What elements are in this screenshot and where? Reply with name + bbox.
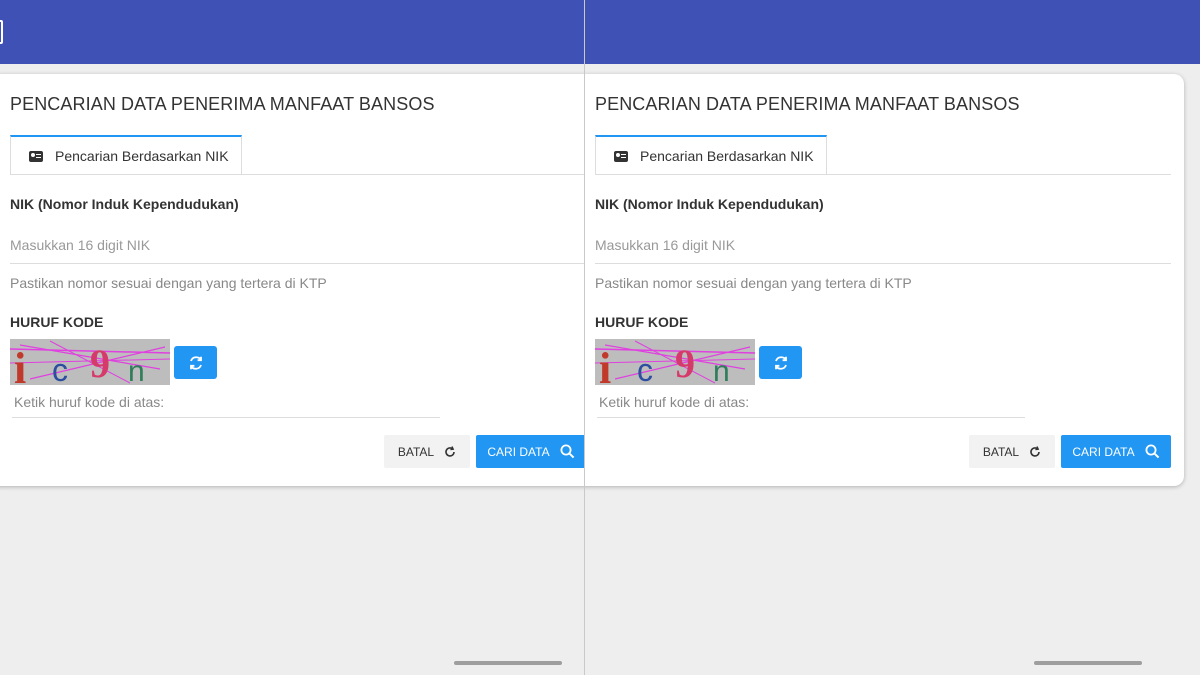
tab-label: Pencarian Berdasarkan NIK [640, 148, 814, 164]
captcha-image: i c 9 n [595, 339, 755, 385]
menu-icon[interactable] [0, 20, 3, 44]
nik-hint: Pastikan nomor sesuai dengan yang terter… [595, 275, 912, 291]
captcha-char-2: c [637, 352, 653, 385]
tab-search-by-nik[interactable]: Pencarian Berdasarkan NIK [595, 135, 827, 175]
captcha-label: HURUF KODE [10, 314, 104, 330]
nik-input[interactable] [595, 226, 1171, 264]
reload-icon [1030, 445, 1040, 457]
home-indicator [454, 661, 562, 665]
captcha-char-4: n [128, 355, 145, 385]
search-card: PENCARIAN DATA PENERIMA MANFAAT BANSOS P… [585, 74, 1184, 486]
captcha-refresh-button[interactable] [759, 346, 802, 379]
captcha-label: HURUF KODE [595, 314, 689, 330]
tab-search-by-nik[interactable]: Pencarian Berdasarkan NIK [10, 135, 242, 175]
cancel-button[interactable]: BATAL [969, 435, 1055, 468]
search-icon [1145, 444, 1159, 459]
reload-icon [445, 445, 455, 457]
app-bar [0, 0, 585, 64]
captcha-input[interactable] [597, 386, 1025, 418]
cancel-label: BATAL [397, 444, 435, 459]
left-pane: PENCARIAN DATA PENERIMA MANFAAT BANSOS P… [0, 0, 585, 675]
search-icon [560, 444, 574, 459]
captcha-char-1: i [599, 344, 611, 385]
cancel-label: BATAL [982, 444, 1020, 459]
search-label: CARI DATA [487, 444, 550, 459]
nik-label: NIK (Nomor Induk Kependudukan) [595, 196, 824, 212]
captcha-char-1: i [14, 344, 26, 385]
home-indicator [1034, 661, 1142, 665]
tab-label: Pencarian Berdasarkan NIK [55, 148, 229, 164]
search-button[interactable]: CARI DATA [1061, 435, 1171, 468]
page-title: PENCARIAN DATA PENERIMA MANFAAT BANSOS [10, 94, 435, 114]
right-pane: PENCARIAN DATA PENERIMA MANFAAT BANSOS P… [585, 0, 1200, 675]
search-label: CARI DATA [1072, 444, 1135, 459]
nik-input[interactable] [10, 226, 585, 264]
nik-hint: Pastikan nomor sesuai dengan yang terter… [10, 275, 327, 291]
app-bar [585, 0, 1200, 64]
captcha-char-2: c [52, 352, 68, 385]
tab-divider [595, 174, 1171, 175]
captcha-refresh-button[interactable] [174, 346, 217, 379]
id-card-icon [614, 150, 628, 162]
captcha-char-3: 9 [675, 341, 695, 385]
pane-divider [584, 0, 585, 675]
captcha-char-4: n [713, 355, 730, 385]
captcha-input[interactable] [12, 386, 440, 418]
captcha-char-3: 9 [90, 341, 110, 385]
search-button[interactable]: CARI DATA [476, 435, 585, 468]
captcha-image: i c 9 n [10, 339, 170, 385]
tab-divider [10, 174, 585, 175]
search-card: PENCARIAN DATA PENERIMA MANFAAT BANSOS P… [0, 74, 585, 486]
refresh-icon [189, 355, 202, 370]
id-card-icon [29, 150, 43, 162]
nik-label: NIK (Nomor Induk Kependudukan) [10, 196, 239, 212]
refresh-icon [774, 355, 787, 370]
page-title: PENCARIAN DATA PENERIMA MANFAAT BANSOS [595, 94, 1020, 114]
cancel-button[interactable]: BATAL [384, 435, 470, 468]
